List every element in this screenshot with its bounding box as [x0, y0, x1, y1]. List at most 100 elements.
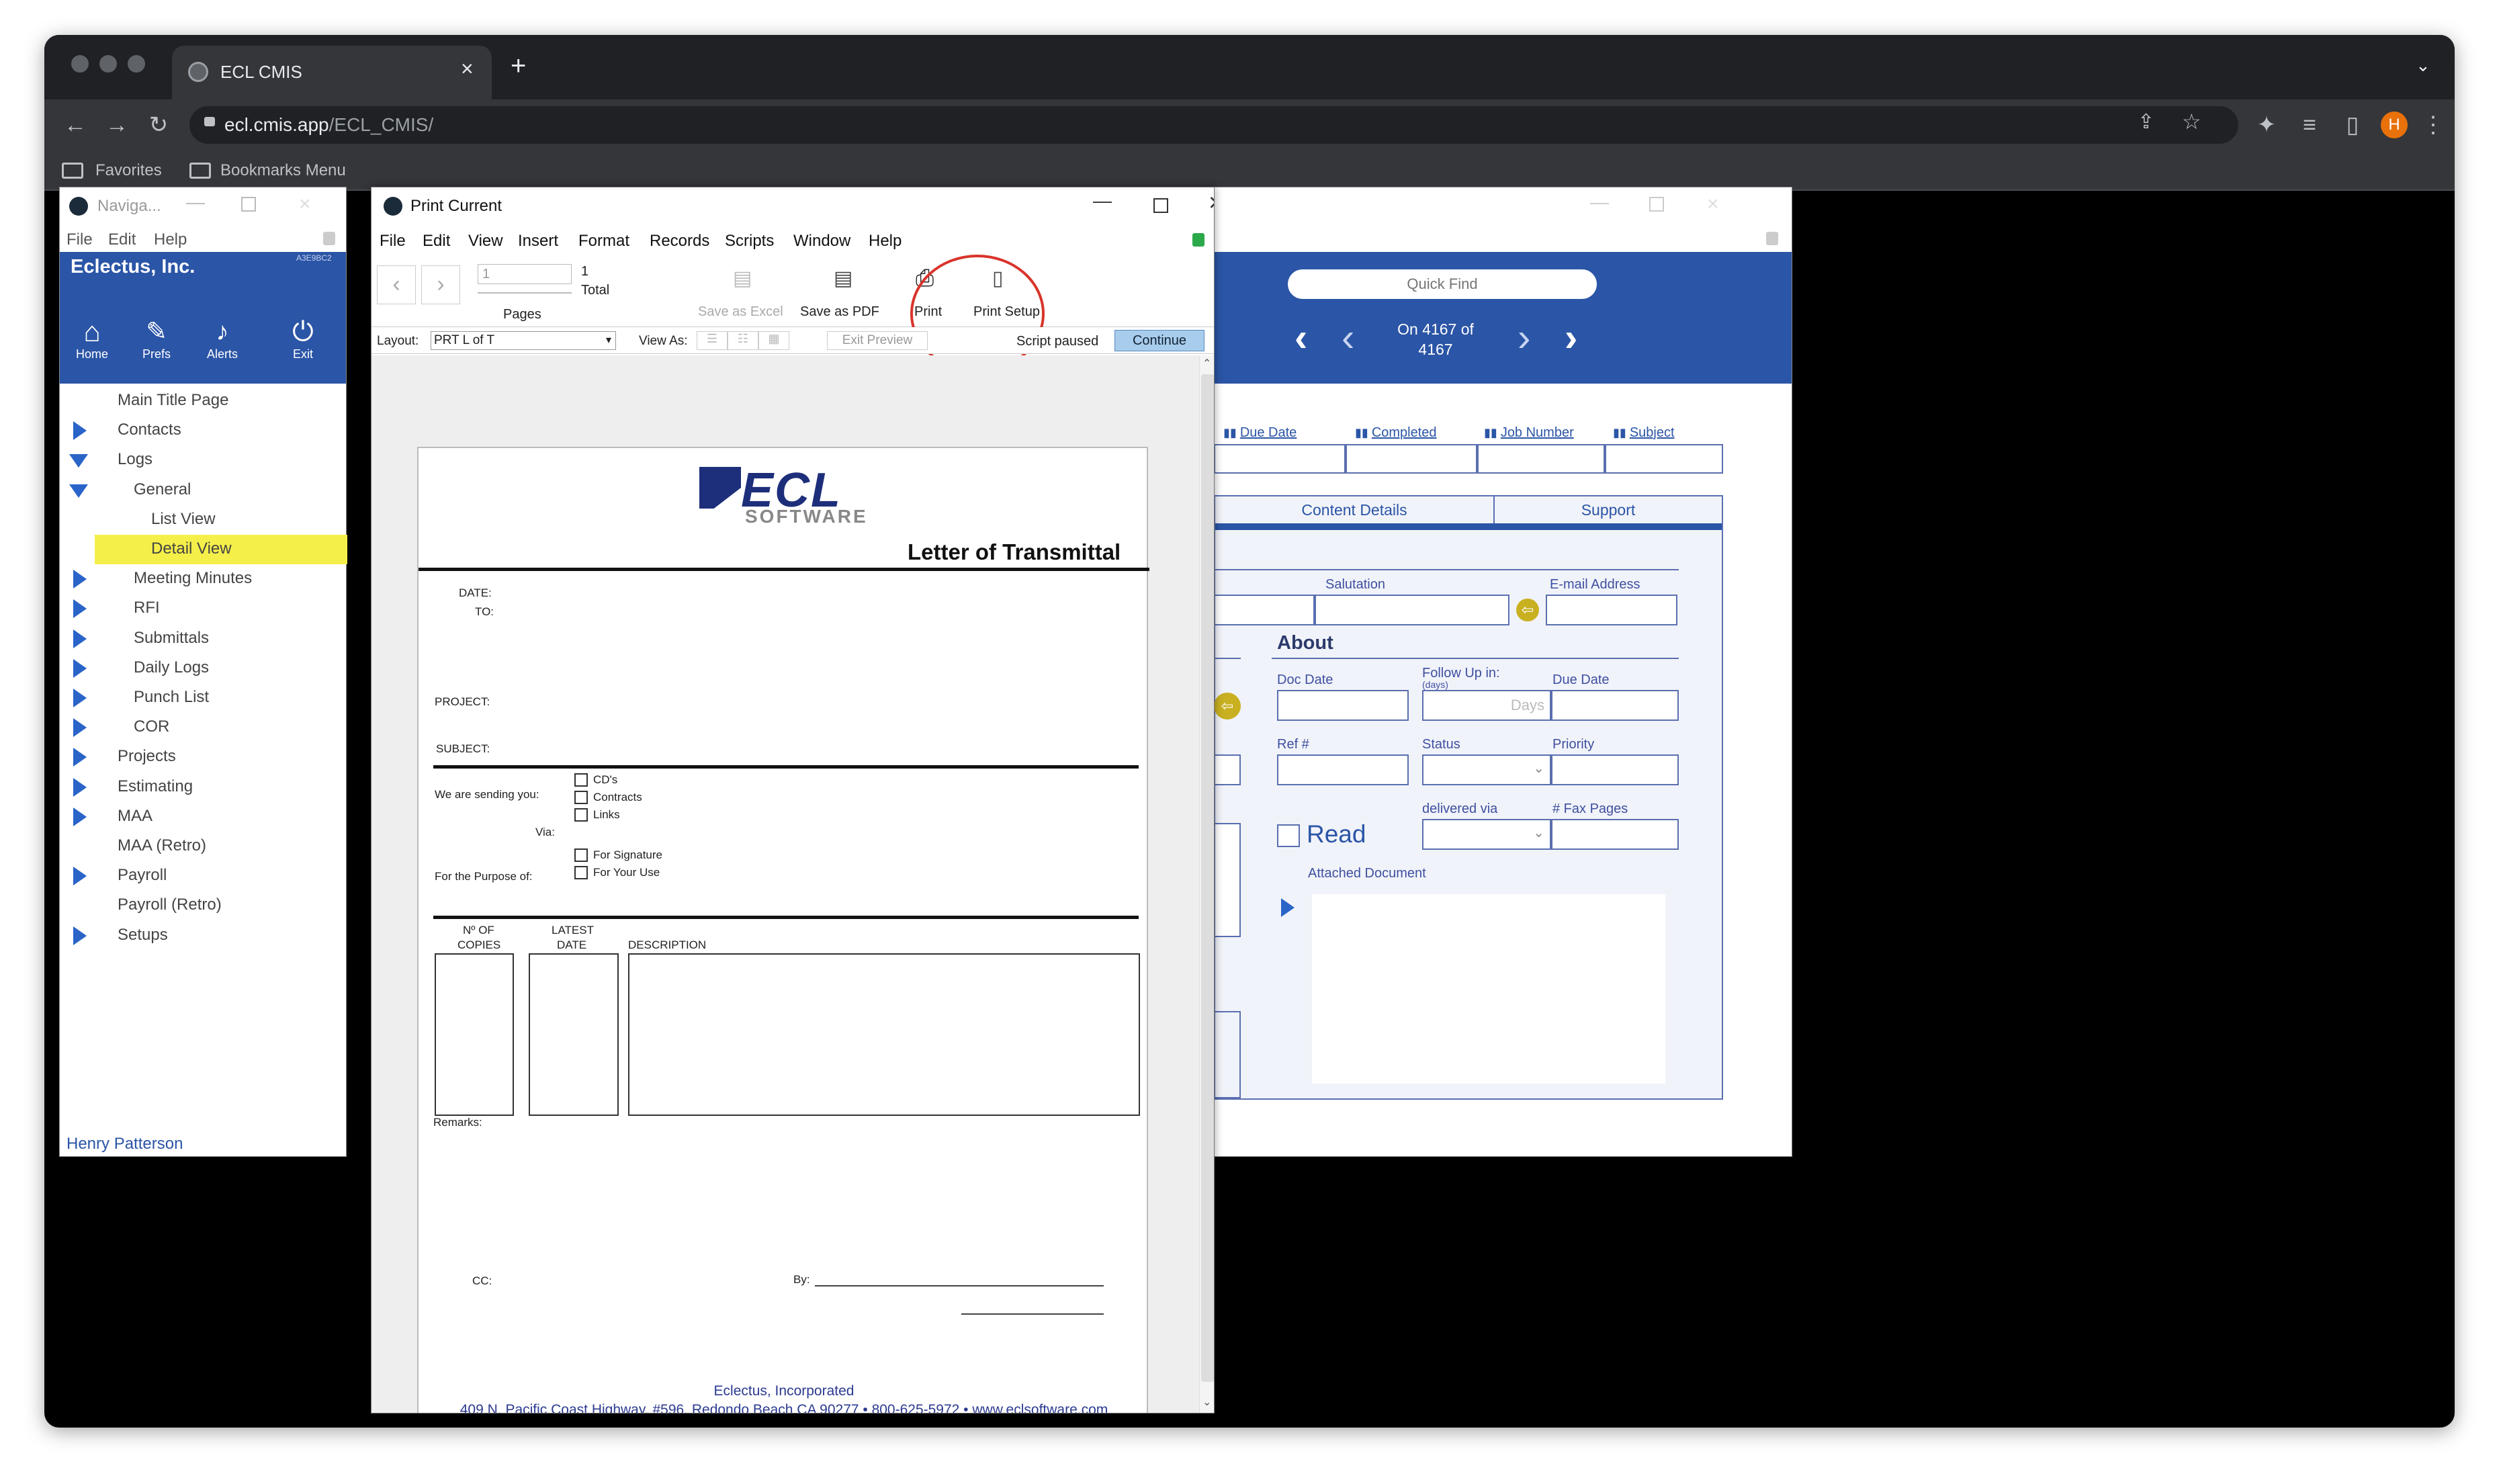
close-icon[interactable]: × — [1707, 193, 1719, 216]
menu-file[interactable]: File — [380, 232, 406, 251]
follow-up-input[interactable]: Days — [1422, 690, 1551, 721]
minimize-icon[interactable]: — — [1093, 190, 1112, 212]
layout-select[interactable]: PRT L of T ▾ — [431, 331, 616, 350]
completed-filter[interactable] — [1346, 444, 1477, 474]
menu-insert[interactable]: Insert — [518, 232, 558, 251]
nav-item[interactable]: General — [134, 480, 191, 499]
expand-arrow-icon[interactable] — [73, 658, 87, 678]
scroll-down-icon[interactable]: ⌄ — [1202, 1395, 1211, 1409]
nav-item[interactable]: Daily Logs — [134, 658, 209, 677]
left-scroll-list[interactable] — [1214, 1011, 1241, 1098]
for-signature-checkbox[interactable] — [574, 848, 588, 862]
arrow-left-icon[interactable]: ⇦ — [1214, 693, 1241, 719]
menu-format[interactable]: Format — [578, 232, 629, 251]
save-as-excel-button[interactable]: Save as Excel — [698, 304, 783, 320]
forward-icon[interactable]: → — [99, 99, 134, 150]
first-record-icon[interactable]: ‹ — [1295, 318, 1307, 357]
expand-arrow-icon[interactable] — [73, 570, 87, 589]
view-list-icon[interactable]: ☷ — [728, 331, 758, 350]
nav-item[interactable]: Main Title Page — [118, 391, 228, 410]
menu-scripts[interactable]: Scripts — [725, 232, 774, 251]
nav-item[interactable]: Payroll — [118, 866, 167, 885]
maximize-icon[interactable] — [1649, 197, 1664, 212]
browser-tab[interactable]: ECL CMIS × — [172, 46, 492, 99]
close-icon[interactable]: × — [1209, 189, 1214, 218]
salutation-input[interactable] — [1315, 595, 1509, 625]
due-date-input[interactable] — [1551, 690, 1679, 721]
next-page-icon[interactable]: › — [421, 265, 460, 304]
expand-icon[interactable] — [1281, 898, 1295, 917]
maximize-icon[interactable] — [1153, 198, 1168, 213]
maximize-window-button[interactable] — [128, 55, 145, 73]
previous-page-icon[interactable]: ‹ — [377, 265, 416, 304]
page-number-input[interactable] — [478, 264, 572, 284]
left-scroll-list[interactable] — [1214, 823, 1241, 937]
expand-arrow-icon[interactable] — [73, 807, 87, 826]
fax-input[interactable] — [1551, 819, 1679, 850]
minimize-icon[interactable]: — — [1590, 191, 1609, 213]
expand-arrow-icon[interactable] — [73, 599, 87, 619]
minimize-icon[interactable]: — — [186, 191, 205, 213]
expand-arrow-icon[interactable] — [73, 718, 87, 738]
continue-button[interactable]: Continue — [1114, 330, 1204, 351]
bookmark-menu[interactable]: Bookmarks Menu — [220, 161, 346, 180]
collapse-arrow-icon[interactable] — [69, 454, 88, 468]
nav-item[interactable]: COR — [134, 717, 169, 736]
menu-edit[interactable]: Edit — [108, 230, 136, 249]
close-window-button[interactable] — [71, 55, 89, 73]
cds-checkbox[interactable] — [574, 773, 588, 787]
nav-item[interactable]: Estimating — [118, 777, 193, 796]
expand-arrow-icon[interactable] — [73, 689, 87, 707]
expand-arrow-icon[interactable] — [73, 421, 87, 441]
expand-arrow-icon[interactable] — [73, 629, 87, 648]
tab-content-details[interactable]: Content Details — [1215, 496, 1495, 523]
nav-item[interactable]: Logs — [118, 450, 152, 469]
nav-item[interactable]: Setups — [118, 926, 168, 945]
exit-button[interactable]: ⏻ Exit — [281, 316, 324, 361]
prefs-button[interactable]: ✎ Prefs — [135, 316, 178, 361]
save-as-pdf-button[interactable]: Save as PDF — [800, 304, 879, 320]
expand-arrow-icon[interactable] — [73, 777, 87, 797]
profile-avatar[interactable]: H — [2381, 112, 2408, 138]
home-button[interactable]: ⌂ Home — [71, 316, 114, 361]
read-checkbox[interactable] — [1277, 824, 1300, 847]
ref-input[interactable] — [1277, 754, 1409, 785]
links-checkbox[interactable] — [574, 808, 588, 822]
view-table-icon[interactable]: ▦ — [758, 331, 789, 350]
scroll-up-icon[interactable]: ⌃ — [1202, 357, 1211, 370]
exit-preview-button[interactable]: Exit Preview — [827, 331, 928, 350]
close-icon[interactable]: × — [299, 193, 311, 216]
sort-subject[interactable]: ▮▮ Subject — [1613, 425, 1675, 441]
subject-filter[interactable] — [1605, 444, 1723, 474]
nav-item[interactable]: List View — [151, 510, 216, 529]
sort-job-number[interactable]: ▮▮ Job Number — [1484, 425, 1574, 441]
share-icon[interactable]: ⇪ — [2138, 110, 2154, 134]
nav-item[interactable]: Contacts — [118, 421, 181, 439]
nav-item[interactable]: Payroll (Retro) — [118, 896, 222, 914]
due-date-filter[interactable] — [1214, 444, 1346, 474]
nav-item[interactable]: Meeting Minutes — [134, 569, 252, 588]
maximize-icon[interactable] — [241, 197, 256, 212]
job-number-filter[interactable] — [1477, 444, 1605, 474]
contracts-checkbox[interactable] — [574, 791, 588, 804]
nav-item[interactable]: Submittals — [134, 629, 209, 648]
quick-find-input[interactable] — [1288, 269, 1597, 299]
tab-support[interactable]: Support — [1495, 496, 1722, 523]
extensions-icon[interactable]: ✦ — [2249, 99, 2284, 150]
nav-item[interactable]: MAA (Retro) — [118, 836, 206, 855]
delivered-select[interactable]: ⌄ — [1422, 819, 1551, 850]
nav-item[interactable]: MAA — [118, 807, 152, 826]
nav-item[interactable]: RFI — [134, 599, 160, 617]
expand-arrow-icon[interactable] — [73, 926, 87, 945]
previous-record-icon[interactable]: ‹ — [1342, 318, 1354, 357]
expand-arrow-icon[interactable] — [73, 748, 87, 767]
alerts-button[interactable]: ♪ Alerts — [201, 316, 244, 361]
menu-records[interactable]: Records — [650, 232, 709, 251]
status-select[interactable]: ⌄ — [1422, 754, 1551, 785]
menu-view[interactable]: View — [468, 232, 503, 251]
sort-completed[interactable]: ▮▮ Completed — [1355, 425, 1437, 441]
page-slider[interactable] — [478, 288, 572, 294]
nav-item[interactable]: Punch List — [134, 688, 209, 707]
new-tab-button[interactable]: + — [511, 51, 526, 81]
tab-close-icon[interactable]: × — [461, 56, 474, 81]
